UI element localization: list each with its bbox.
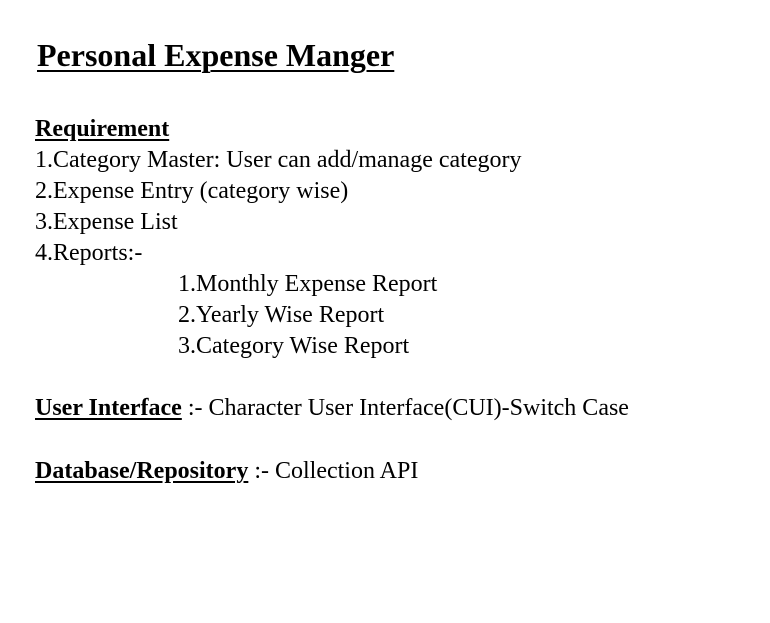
document-page: Personal Expense Manger Requirement 1.Ca… [0, 0, 770, 623]
requirement-item: 4.Reports:- [35, 240, 143, 266]
user-interface-line: User Interface :- Character User Interfa… [35, 393, 629, 423]
database-text: :- Collection API [248, 458, 419, 484]
report-item: 3.Category Wise Report [178, 333, 410, 359]
document-title: Personal Expense Manger [37, 37, 395, 73]
user-interface-heading: User Interface [35, 395, 182, 421]
database-line: Database/Repository :- Collection API [35, 456, 418, 486]
requirement-item: 3.Expense List [35, 209, 178, 235]
report-item: 1.Monthly Expense Report [178, 271, 438, 297]
database-heading: Database/Repository [35, 458, 249, 484]
user-interface-text: :- Character User Interface(CUI)-Switch … [181, 395, 629, 421]
report-item: 2.Yearly Wise Report [178, 302, 385, 328]
requirement-item: 2.Expense Entry (category wise) [35, 178, 349, 204]
requirement-item: 1.Category Master: User can add/manage c… [35, 147, 522, 173]
requirement-heading: Requirement [35, 116, 170, 142]
